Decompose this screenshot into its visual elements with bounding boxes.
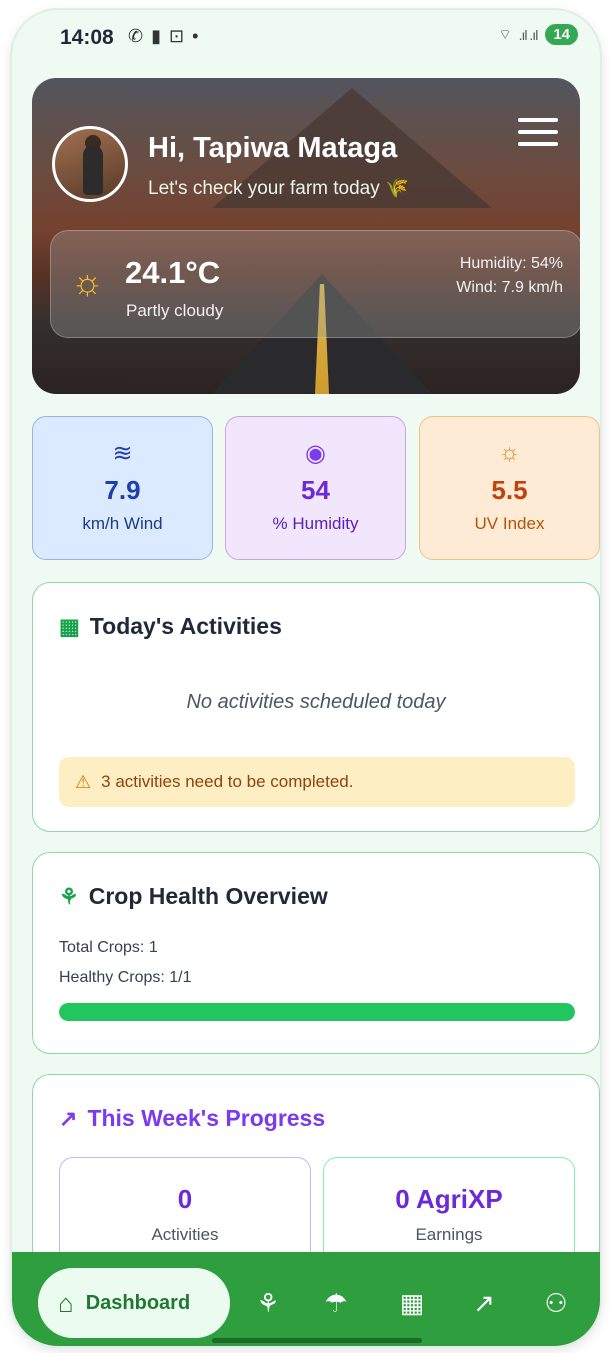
crop-health-title-row: ⚘ Crop Health Overview [59, 883, 328, 910]
nav-trending-up-icon[interactable]: ↗ [464, 1288, 504, 1328]
progress-title-row: ↗ This Week's Progress [59, 1105, 325, 1132]
uv-label: UV Index [474, 514, 545, 533]
warning-text: 3 activities need to be completed. [101, 772, 354, 791]
wind-icon: ≋ [112, 440, 133, 467]
hero-banner: Hi, Tapiwa Mataga Let's check your farm … [32, 78, 580, 394]
weekly-progress-card: ↗ This Week's Progress 0 Activities 0 Ag… [32, 1074, 600, 1287]
humidity-stat-card[interactable]: ◉ 54 % Humidity [225, 416, 406, 560]
home-indicator [212, 1338, 422, 1343]
status-icons-right: ⌔ .ıl .ıl 14 [498, 24, 578, 45]
greeting: Hi, Tapiwa Mataga [148, 132, 398, 164]
menu-icon[interactable] [518, 118, 558, 148]
sprout-icon: ⚘ [59, 883, 79, 909]
avatar[interactable] [52, 126, 128, 202]
progress-title: This Week's Progress [87, 1105, 326, 1131]
nav-dashboard[interactable]: ⌂ Dashboard [38, 1268, 230, 1338]
battery-saver-icon: ▮ [151, 26, 161, 46]
healthy-crops: Healthy Crops: 1/1 [59, 969, 192, 986]
nav-crops-sprout-icon[interactable]: ⚘ [248, 1288, 288, 1328]
sun-icon: ☼ [498, 439, 521, 466]
home-icon: ⌂ [58, 1287, 74, 1318]
status-bar: 14:08 ✆ ▮ ⊡ • ⌔ .ıl .ıl 14 [12, 10, 600, 66]
earnings-label: Earnings [415, 1225, 483, 1244]
nav-calendar-icon[interactable]: ▦ [392, 1288, 432, 1328]
activities-count-label: Activities [151, 1225, 219, 1244]
uv-stat-card[interactable]: ☼ 5.5 UV Index [419, 416, 600, 560]
crop-health-progress-bar [59, 1003, 575, 1021]
wind-value: 7.9 [104, 475, 141, 505]
empty-activities-message: No activities scheduled today [186, 691, 446, 713]
earnings-value: 0 AgriXP [395, 1184, 503, 1214]
activities-title-row: ▦ Today's Activities [59, 613, 282, 640]
trending-up-icon: ↗ [59, 1105, 78, 1131]
wind-text: Wind: 7.9 km/h [456, 279, 563, 296]
activities-card: ▦ Today's Activities No activities sched… [32, 582, 600, 832]
wifi-icon: ⌔ [498, 25, 511, 42]
whatsapp-icon: ✆ [128, 26, 144, 46]
status-time: 14:08 [60, 26, 114, 49]
humidity-label: % Humidity [272, 514, 359, 533]
total-crops: Total Crops: 1 [59, 939, 158, 956]
weather-condition: Partly cloudy [126, 301, 224, 320]
subgreeting: Let's check your farm today 🌾 [148, 178, 409, 199]
activities-title: Today's Activities [89, 613, 282, 639]
nav-weather-cloud-rain-icon[interactable]: ☂ [316, 1288, 356, 1328]
warning-icon: ⚠ [75, 771, 92, 792]
phone-screen: 14:08 ✆ ▮ ⊡ • ⌔ .ıl .ıl 14 Hi, Tapiwa Ma… [12, 10, 600, 1346]
bottom-navigation: ⌂ Dashboard ⚘ ☂ ▦ ↗ ⚇ [12, 1252, 600, 1346]
activities-count: 0 [177, 1184, 193, 1214]
status-icons-left: ✆ ▮ ⊡ • [128, 26, 198, 47]
dot-icon: • [192, 26, 199, 46]
wind-stat-card[interactable]: ≋ 7.9 km/h Wind [32, 416, 213, 560]
humidity-value: 54 [301, 475, 330, 505]
avatar-figure [83, 145, 103, 195]
weather-summary: ☼ 24.1°C Partly cloudy Humidity: 54% Win… [50, 230, 580, 338]
pending-activities-warning[interactable]: ⚠ 3 activities need to be completed. [59, 757, 575, 807]
crop-health-title: Crop Health Overview [88, 883, 328, 909]
screenshot-icon: ⊡ [169, 26, 185, 46]
signal-icon: .ıl .ıl [518, 26, 539, 43]
nav-users-icon[interactable]: ⚇ [536, 1288, 576, 1328]
sun-icon: ☼ [71, 261, 104, 302]
eye-icon: ◉ [305, 440, 326, 467]
crop-health-card: ⚘ Crop Health Overview Total Crops: 1 He… [32, 852, 600, 1054]
nav-dashboard-label: Dashboard [85, 1291, 191, 1314]
humidity-text: Humidity: 54% [459, 255, 563, 272]
calendar-icon: ▦ [59, 613, 80, 639]
wind-label: km/h Wind [82, 514, 163, 533]
battery-indicator: 14 [545, 24, 578, 45]
crop-health-progress-fill [59, 1003, 575, 1021]
temperature: 24.1°C [125, 255, 221, 290]
uv-value: 5.5 [491, 475, 528, 505]
